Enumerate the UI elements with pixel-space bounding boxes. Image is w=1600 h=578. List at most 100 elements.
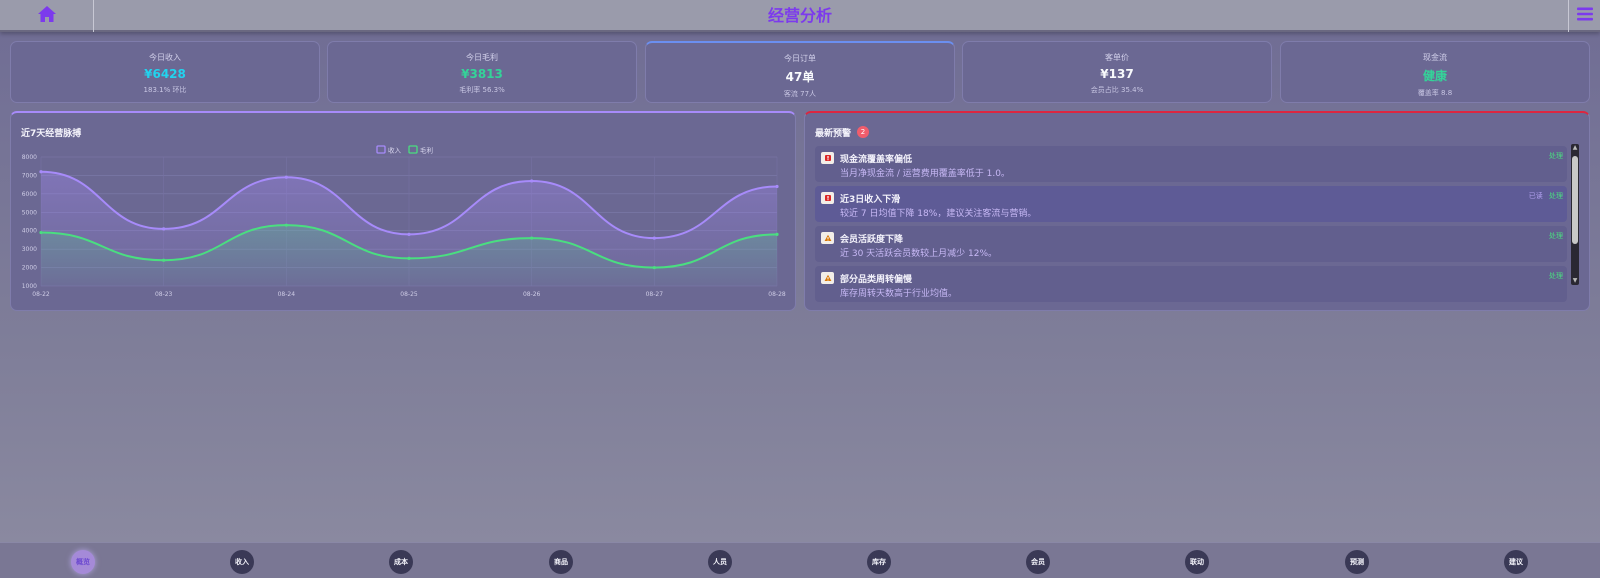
data-point: [652, 236, 656, 240]
nav-item-overview[interactable]: 概览: [71, 550, 95, 574]
alert-list-scrollbar[interactable]: ▲ ▼: [1571, 144, 1579, 285]
bottom-nav: 概览 收入 成本 商品 人员 库存 会员 联动 预测 建议: [0, 542, 1600, 578]
x-tick-label: 08-24: [278, 291, 296, 298]
kpi-value: 47单: [785, 70, 815, 84]
alert-item[interactable]: 近3日收入下滑 较近 7 日均值下降 18%，建议关注客流与营销。 已读 处理: [815, 186, 1567, 222]
kpi-sub: 覆盖率 8.8: [1417, 89, 1453, 97]
trend-chart-panel: 近7天经营脉搏 1000 2000 3000 4000 5000 6000 7000 8000…: [10, 111, 796, 311]
nav-item-suggestions[interactable]: 建议: [1504, 550, 1528, 574]
kpi-value: 健康: [1422, 69, 1447, 83]
alert-title: 会员活跃度下降: [840, 235, 904, 245]
data-point: [775, 232, 779, 236]
nav-item-products[interactable]: 商品: [549, 550, 573, 574]
data-point: [162, 227, 166, 231]
alert-item[interactable]: 部分品类周转偏慢 库存周转天数高于行业均值。 处理: [815, 266, 1567, 302]
kpi-label: 今日订单: [784, 54, 816, 63]
alert-actions: 已读 处理: [1529, 191, 1563, 201]
nav-item-revenue[interactable]: 收入: [230, 550, 254, 574]
y-tick-label: 5000: [22, 209, 37, 216]
alert-title: 部分品类周转偏慢: [840, 275, 913, 285]
x-tick-label: 08-26: [523, 291, 541, 298]
handle-button[interactable]: 处理: [1549, 272, 1563, 280]
alerts-panel: 最新预警 2 现金流覆盖率偏低 当月净现金流 / 运营费用覆盖率低于 1.0。 …: [804, 111, 1590, 311]
legend-label: 收入: [388, 146, 402, 155]
y-tick-label: 7000: [22, 172, 37, 179]
kpi-label: 今日毛利: [466, 53, 498, 62]
handle-button[interactable]: 处理: [1549, 232, 1563, 240]
kpi-value: ¥3813: [461, 67, 503, 81]
kpi-sub: 客流 77人: [783, 90, 817, 98]
data-point: [530, 179, 534, 183]
legend-label: 毛利: [420, 146, 433, 155]
data-point: [39, 230, 43, 235]
nav-item-cost[interactable]: 成本: [389, 550, 413, 574]
scroll-up-arrow-icon[interactable]: ▲: [1571, 144, 1579, 152]
y-tick-label: 2000: [22, 265, 37, 272]
handle-button[interactable]: 处理: [1549, 152, 1563, 160]
alert-title: 近3日收入下滑: [840, 195, 901, 205]
data-point: [407, 256, 411, 260]
x-tick-label: 08-22: [32, 291, 50, 298]
data-point: [162, 258, 166, 262]
kpi-sub: 会员占比 35.4%: [1090, 86, 1144, 94]
x-tick-label: 08-23: [155, 291, 173, 298]
legend-swatch: [376, 145, 386, 154]
red-alert-icon: [821, 192, 834, 204]
page-title: 经营分析: [767, 6, 832, 25]
kpi-card-orders[interactable]: 今日订单 47单 客流 77人: [645, 41, 955, 103]
alert-description: 较近 7 日均值下降 18%，建议关注客流与营销。: [840, 209, 1037, 219]
trend-line-chart: 1000 2000 3000 4000 5000 6000 7000 8000 08-22 08-…: [22, 145, 786, 298]
y-tick-label: 6000: [22, 191, 37, 198]
kpi-sub: 183.1% 环比: [143, 86, 187, 94]
kpi-label: 今日收入: [149, 53, 181, 62]
alert-description: 近 30 天活跃会员数较上月减少 12%。: [840, 249, 998, 259]
handle-button[interactable]: 处理: [1549, 192, 1563, 200]
mark-read-button[interactable]: 已读: [1529, 192, 1543, 200]
kpi-label: 客单价: [1105, 53, 1129, 62]
nav-item-members[interactable]: 会员: [1026, 550, 1050, 574]
nav-item-staff[interactable]: 人员: [708, 550, 732, 574]
alert-list: 现金流覆盖率偏低 当月净现金流 / 运营费用覆盖率低于 1.0。 处理 近3日收…: [815, 146, 1575, 303]
nav-item-inventory[interactable]: 库存: [867, 550, 891, 574]
kpi-card-gross-profit[interactable]: 今日毛利 ¥3813 毛利率 56.3%: [327, 41, 637, 103]
kpi-value: ¥137: [1100, 67, 1134, 81]
alert-description: 当月净现金流 / 运营费用覆盖率低于 1.0。: [840, 169, 1010, 179]
nav-item-forecast[interactable]: 预测: [1345, 550, 1369, 574]
alert-description: 库存周转天数高于行业均值。: [840, 289, 958, 299]
home-button[interactable]: [0, 0, 94, 32]
data-point: [39, 170, 43, 174]
y-tick-label: 8000: [22, 154, 37, 161]
nav-item-linkage[interactable]: 联动: [1185, 550, 1209, 574]
menu-button[interactable]: [1568, 0, 1600, 32]
kpi-card-revenue[interactable]: 今日收入 ¥6428 183.1% 环比: [10, 41, 320, 103]
data-point: [407, 232, 411, 236]
scroll-down-arrow-icon[interactable]: ▼: [1571, 277, 1579, 285]
top-bar: 经营分析: [0, 0, 1600, 32]
data-point: [775, 184, 779, 189]
home-icon: [37, 5, 57, 27]
alert-title: 现金流覆盖率偏低: [840, 155, 913, 165]
alert-item[interactable]: 现金流覆盖率偏低 当月净现金流 / 运营费用覆盖率低于 1.0。 处理: [815, 146, 1567, 182]
warning-icon: [821, 272, 834, 284]
x-tick-label: 08-25: [400, 291, 418, 298]
kpi-card-avg-order-value[interactable]: 客单价 ¥137 会员占比 35.4%: [962, 41, 1272, 103]
alert-actions: 处理: [1549, 231, 1563, 241]
y-tick-label: 3000: [22, 246, 37, 253]
y-tick-label: 1000: [22, 283, 37, 290]
legend-swatch: [408, 145, 418, 154]
x-tick-label: 08-27: [646, 291, 664, 298]
hamburger-menu-icon: [1576, 6, 1594, 26]
x-tick-label: 08-28: [768, 291, 786, 298]
kpi-card-cash-flow[interactable]: 现金流 健康 覆盖率 8.8: [1280, 41, 1590, 103]
kpi-sub: 毛利率 56.3%: [459, 86, 505, 94]
alert-item[interactable]: 会员活跃度下降 近 30 天活跃会员数较上月减少 12%。 处理: [815, 226, 1567, 262]
scroll-thumb[interactable]: [1572, 156, 1578, 244]
panel-title: 最新预警: [815, 129, 852, 139]
alert-actions: 处理: [1549, 271, 1563, 281]
alert-actions: 处理: [1549, 151, 1563, 161]
data-point: [530, 236, 534, 240]
red-alert-icon: [821, 152, 834, 164]
warning-icon: [821, 232, 834, 244]
data-point: [284, 223, 288, 227]
alert-count-badge: 2: [857, 126, 869, 138]
